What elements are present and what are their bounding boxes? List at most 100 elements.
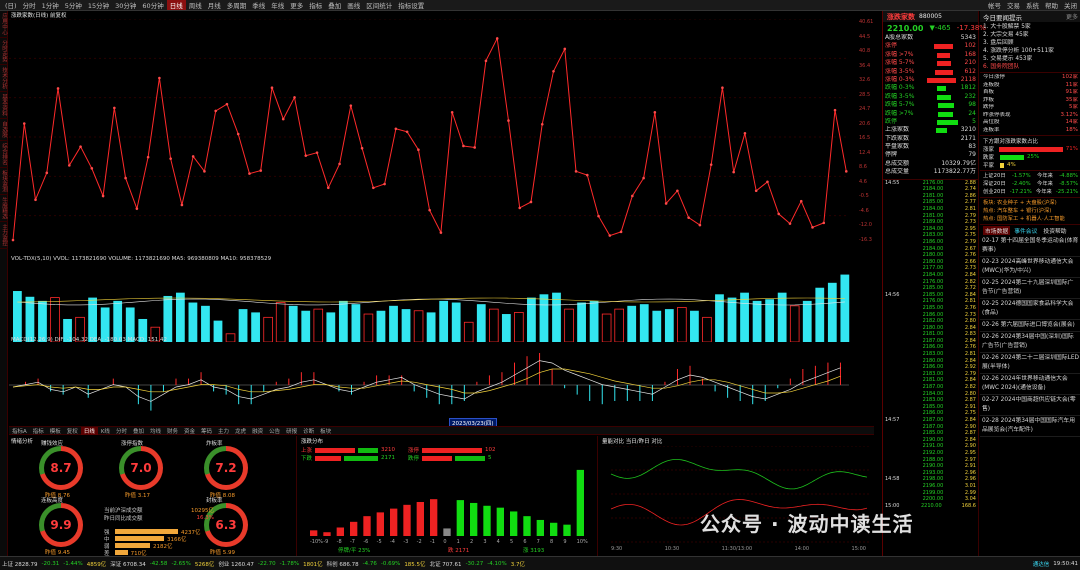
system-menu-1[interactable]: 交易 bbox=[1004, 0, 1023, 10]
menu-item-14[interactable]: 指标 bbox=[306, 0, 325, 10]
menu-item-15[interactable]: 叠加 bbox=[325, 0, 344, 10]
menu-item-18[interactable]: 指标设置 bbox=[395, 0, 427, 10]
indicator-tab-10[interactable]: 资金 bbox=[181, 427, 198, 435]
indicator-tab-13[interactable]: 龙虎 bbox=[232, 427, 249, 435]
kline-point bbox=[495, 37, 499, 40]
event-item[interactable]: 02-27 2024中国商超供应链大会(零售) bbox=[980, 395, 1080, 416]
quote-row-value: 2118 bbox=[960, 75, 976, 83]
news-top-item[interactable]: 3. 盘后回顾 bbox=[983, 39, 1078, 47]
ratio-bar-row: 平家 4% bbox=[983, 161, 1078, 169]
left-tab-4[interactable]: 自选股 bbox=[0, 119, 8, 141]
news-top-item[interactable]: 1. 大十股解禁 5家 bbox=[983, 23, 1078, 31]
indicator-tab-7[interactable]: 叠加 bbox=[130, 427, 147, 435]
left-tab-6[interactable]: 板块监测 bbox=[0, 168, 8, 195]
system-menu-0[interactable]: 帐号 bbox=[985, 0, 1004, 10]
menu-item-17[interactable]: 区间统计 bbox=[363, 0, 395, 10]
kline-point bbox=[79, 145, 82, 149]
system-menu-3[interactable]: 帮助 bbox=[1042, 0, 1061, 10]
news-tab-2[interactable]: 投资帮助 bbox=[1041, 226, 1068, 235]
ticker-item: 5268亿 bbox=[194, 561, 215, 568]
tick-volume: 2.95 bbox=[964, 449, 976, 456]
event-item[interactable]: 02-26 2024第34届中国(深圳)国际广告节(广告营销) bbox=[980, 332, 1080, 353]
left-tab-8[interactable]: 主力监控 bbox=[0, 222, 8, 249]
indicator-tab-5[interactable]: K线 bbox=[98, 427, 113, 435]
menu-item-3[interactable]: 5分钟 bbox=[62, 0, 85, 10]
news-tab-0[interactable]: 市场数据 bbox=[983, 226, 1011, 235]
menu-item-13[interactable]: 更多 bbox=[287, 0, 306, 10]
tick-row: 2186.00 2.92 bbox=[885, 364, 976, 371]
hot-sector-line[interactable]: 板块: 农业种子 + 大盘股(沪深) bbox=[983, 199, 1078, 207]
indicator-tab-1[interactable]: 指标 bbox=[30, 427, 47, 435]
indicator-tab-12[interactable]: 主力 bbox=[215, 427, 232, 435]
tick-price: 2186.00 bbox=[922, 311, 944, 318]
indicator-tab-11[interactable]: 筹码 bbox=[198, 427, 215, 435]
tick-volume: 2.90 bbox=[964, 443, 976, 450]
menu-item-9[interactable]: 月线 bbox=[205, 0, 224, 10]
menu-item-2[interactable]: 1分钟 bbox=[39, 0, 62, 10]
menu-item-5[interactable]: 30分钟 bbox=[112, 0, 139, 10]
menu-item-10[interactable]: 多周期 bbox=[224, 0, 250, 10]
left-tab-5[interactable]: 综合排名 bbox=[0, 141, 8, 168]
indicator-tab-3[interactable]: 复权 bbox=[64, 427, 81, 435]
tick-row: 2180.00 2.76 bbox=[885, 252, 976, 259]
menu-item-12[interactable]: 年线 bbox=[268, 0, 287, 10]
hot-sector-line[interactable]: 热点: 汽车整车 + 银行(沪深) bbox=[983, 207, 1078, 215]
indicator-tab-17[interactable]: 诊断 bbox=[300, 427, 317, 435]
menu-item-0[interactable]: (日) bbox=[2, 0, 20, 10]
indicator-tab-2[interactable]: 模板 bbox=[47, 427, 64, 435]
event-item[interactable]: 02-26 2024年世界移动通信大会(MWC 2024)(通信设备) bbox=[980, 374, 1080, 395]
indicator-tab-15[interactable]: 公告 bbox=[266, 427, 283, 435]
tick-volume: 2.84 bbox=[964, 324, 976, 331]
indicator-tab-6[interactable]: 分时 bbox=[113, 427, 130, 435]
kline-point bbox=[698, 223, 702, 227]
system-menu-2[interactable]: 系统 bbox=[1023, 0, 1042, 10]
event-item[interactable]: 02-26 第六届国际进口博览会(展会) bbox=[980, 320, 1080, 332]
tick-price: 2183.00 bbox=[922, 370, 944, 377]
event-item[interactable]: 02-26 2024第二十二届深圳国际LED展(半导体) bbox=[980, 353, 1080, 374]
system-menu-4[interactable]: 关闭 bbox=[1061, 0, 1080, 10]
menu-item-16[interactable]: 画线 bbox=[344, 0, 363, 10]
left-tab-0[interactable]: 应用中心 bbox=[0, 11, 8, 38]
event-item[interactable]: 02-25 2024第二十九届深圳国际广告节(广告营销) bbox=[980, 278, 1080, 299]
event-item[interactable]: 02-28 2024第34届中国国际汽车用品展览会(汽车配件) bbox=[980, 416, 1080, 437]
indicator-tab-4[interactable]: 日线 bbox=[80, 426, 98, 435]
news-top-item[interactable]: 2. 大宗交易 45家 bbox=[983, 31, 1078, 39]
volume-bar bbox=[88, 297, 97, 342]
left-tab-7[interactable]: 牛股精选 bbox=[0, 195, 8, 222]
menu-item-4[interactable]: 15分钟 bbox=[85, 0, 112, 10]
menu-item-8[interactable]: 周线 bbox=[186, 0, 205, 10]
menu-item-7[interactable]: 日线 bbox=[166, 0, 186, 10]
distribution-bar bbox=[510, 511, 518, 536]
tick-volume: 3.01 bbox=[964, 482, 976, 489]
news-top-item[interactable]: 6. 国务院团队 bbox=[983, 63, 1078, 71]
tick-time bbox=[885, 391, 901, 398]
index-name: 涨跌家数 bbox=[887, 12, 915, 21]
indicator-tab-16[interactable]: 研报 bbox=[283, 427, 300, 435]
news-top-item[interactable]: 4. 涨跌停分析 100+511家 bbox=[983, 47, 1078, 55]
kline-point bbox=[563, 47, 567, 51]
left-tab-1[interactable]: 分时走势 bbox=[0, 38, 8, 65]
menu-item-11[interactable]: 季线 bbox=[249, 0, 268, 10]
kline-point bbox=[180, 203, 184, 207]
news-top-item[interactable]: 5. 交易提示 453家 bbox=[983, 55, 1078, 63]
news-more-link[interactable]: 更多 bbox=[1066, 12, 1078, 21]
indicator-tab-14[interactable]: 融资 bbox=[249, 427, 266, 435]
quote-row-value: 1812 bbox=[960, 84, 976, 92]
event-item[interactable]: 02-23 2024高峰世界移动通信大会 (MWC)(华为/中兴) bbox=[980, 257, 1080, 278]
indicator-tab-8[interactable]: 均线 bbox=[147, 427, 164, 435]
tick-price: 2185.00 bbox=[922, 291, 944, 298]
indicator-tab-0[interactable]: 指标A bbox=[9, 427, 30, 435]
event-item[interactable]: 02-25 2024德国国家食品科学大会(食品) bbox=[980, 299, 1080, 320]
indicator-tab-9[interactable]: 财务 bbox=[164, 427, 181, 435]
hot-sector-line[interactable]: 热点: 国防军工 + 机器人·人工智能 bbox=[983, 215, 1078, 223]
left-tab-3[interactable]: 基本资料 bbox=[0, 92, 8, 119]
news-tab-1[interactable]: 事件会议 bbox=[1012, 226, 1039, 235]
menu-item-6[interactable]: 60分钟 bbox=[139, 0, 166, 10]
limit-up-count: 102 bbox=[485, 447, 496, 453]
tick-price: 2183.00 bbox=[922, 397, 944, 404]
event-item[interactable]: 02-17 第十四届全国冬季运动会(体育赛事) bbox=[980, 236, 1080, 257]
indicator-tab-18[interactable]: 板块 bbox=[317, 427, 334, 435]
dist-footer-left: 跌 2171 bbox=[448, 548, 470, 554]
menu-item-1[interactable]: 分时 bbox=[20, 0, 39, 10]
left-tab-2[interactable]: 技术分析 bbox=[0, 65, 8, 92]
